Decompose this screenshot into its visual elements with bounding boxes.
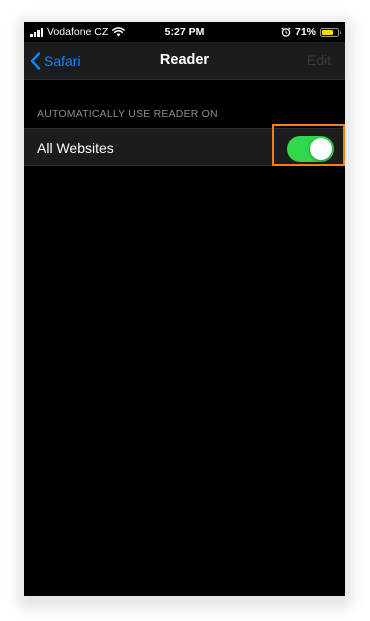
page-title: Reader	[159, 52, 210, 68]
battery-icon	[320, 27, 341, 37]
alarm-icon	[281, 27, 291, 37]
all-websites-toggle[interactable]	[287, 136, 334, 162]
section-header: AUTOMATICALLY USE READER ON	[37, 108, 218, 120]
row-label: All Websites	[37, 140, 114, 156]
list-item: All Websites	[24, 128, 345, 166]
navigation-bar: Safari Reader Edit	[24, 42, 345, 80]
battery-percent: 71%	[294, 26, 316, 38]
edit-button: Edit	[306, 52, 331, 68]
phone-screen: Vodafone CZ 5:27 PM 71% Safari Reader Ed…	[24, 22, 345, 596]
status-right: 71%	[281, 26, 341, 38]
battery-fill	[322, 29, 333, 35]
status-bar: Vodafone CZ 5:27 PM 71%	[24, 22, 345, 42]
toggle-knob	[310, 138, 332, 160]
